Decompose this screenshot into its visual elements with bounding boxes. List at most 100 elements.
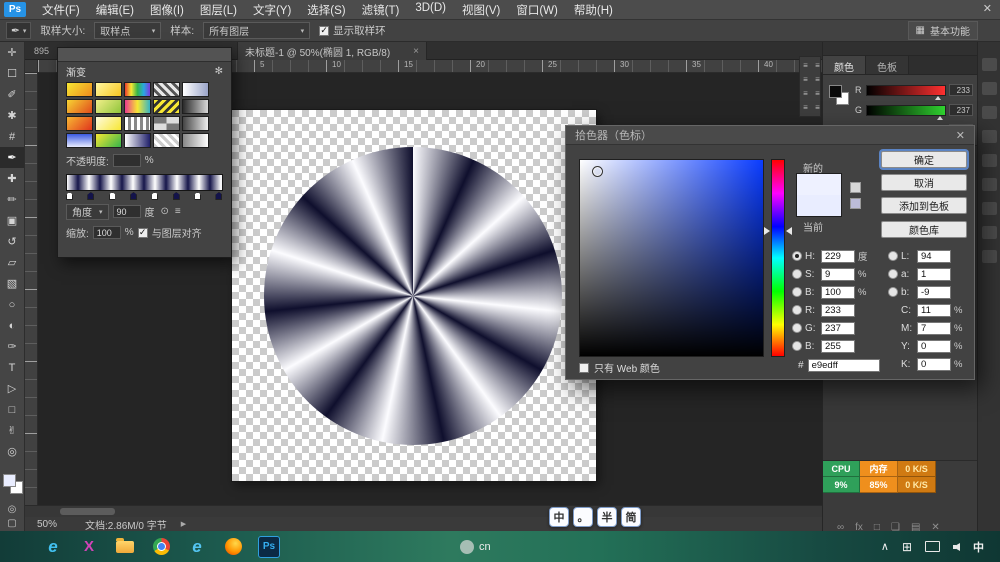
- edge-icon[interactable]: e: [40, 534, 66, 560]
- collapsed-panel-icon[interactable]: ≡: [801, 60, 810, 71]
- color-mode-radio[interactable]: [888, 251, 898, 261]
- field-input[interactable]: 100: [821, 286, 855, 299]
- foreground-swatch[interactable]: [829, 85, 842, 98]
- field-input[interactable]: 0: [917, 340, 951, 353]
- gradient-stop[interactable]: [173, 192, 180, 200]
- menu-item[interactable]: 帮助(H): [566, 2, 621, 18]
- color-libraries-button[interactable]: 颜色库: [881, 221, 967, 238]
- field-input[interactable]: 9: [821, 268, 855, 281]
- ime-button[interactable]: 。: [573, 507, 593, 527]
- gradient-preset[interactable]: [95, 82, 122, 97]
- gradient-preset[interactable]: [95, 99, 122, 114]
- gradient-preset[interactable]: [153, 116, 180, 131]
- hue-slider[interactable]: [771, 159, 785, 357]
- sample-size-dropdown[interactable]: 取样点 ▾: [94, 22, 161, 39]
- tool-history-brush[interactable]: ↺: [0, 231, 24, 252]
- tool-move[interactable]: ✛: [0, 42, 24, 63]
- tool-hand[interactable]: ✌: [0, 420, 24, 441]
- field-input[interactable]: 1: [917, 268, 951, 281]
- tool-lasso[interactable]: ✐: [0, 84, 24, 105]
- gradient-preset[interactable]: [153, 82, 180, 97]
- field-input[interactable]: 11: [917, 304, 951, 317]
- horizontal-scrollbar[interactable]: [25, 505, 822, 517]
- gradient-stop[interactable]: [87, 192, 94, 200]
- menu-item[interactable]: 滤镜(T): [354, 2, 408, 18]
- eyedropper-tool-preset[interactable]: ✒ ▾: [6, 22, 31, 39]
- tool-blur[interactable]: ○: [0, 294, 24, 315]
- field-input[interactable]: -9: [917, 286, 951, 299]
- align-with-layer-checkbox[interactable]: ✓: [138, 228, 148, 238]
- gradient-stop[interactable]: [215, 192, 222, 200]
- status-arrow-icon[interactable]: ▶: [181, 520, 186, 528]
- gradient-stop[interactable]: [130, 192, 137, 200]
- field-input[interactable]: 233: [821, 304, 855, 317]
- ime-button[interactable]: 中: [549, 507, 569, 527]
- dock-icon[interactable]: [982, 82, 997, 95]
- menu-item[interactable]: 文件(F): [34, 2, 88, 18]
- gradient-preset[interactable]: [95, 116, 122, 131]
- slider-thumb[interactable]: [935, 96, 941, 100]
- tool-crop[interactable]: #: [0, 126, 24, 147]
- dock-icon[interactable]: [982, 178, 997, 191]
- volume-icon[interactable]: [953, 543, 960, 551]
- field-input[interactable]: 0: [917, 358, 951, 371]
- gradient-preset[interactable]: [153, 133, 180, 148]
- gear-icon[interactable]: ✻: [215, 66, 223, 77]
- channel-value[interactable]: 237: [949, 104, 973, 116]
- collapsed-panel-icon[interactable]: ≡: [813, 102, 822, 113]
- tray-grid-icon[interactable]: ⊞: [902, 540, 912, 554]
- photoshop-taskbar-icon[interactable]: Ps: [256, 534, 282, 560]
- angle-dropdown[interactable]: 角度 ▾: [66, 204, 109, 220]
- color-mode-radio[interactable]: [792, 287, 802, 297]
- gradient-editor-strip[interactable]: [66, 174, 223, 191]
- gradient-preset[interactable]: [95, 133, 122, 148]
- tool-brush[interactable]: ✏: [0, 189, 24, 210]
- gradient-preset[interactable]: [153, 99, 180, 114]
- tool-eyedropper[interactable]: ✒: [0, 147, 24, 168]
- scale-input[interactable]: 100: [93, 226, 121, 239]
- gradient-preset[interactable]: [182, 133, 209, 148]
- hue-slider-thumb[interactable]: [786, 227, 792, 235]
- gradient-preset[interactable]: [182, 82, 209, 97]
- x-app-icon[interactable]: X: [76, 534, 102, 560]
- zoom-level[interactable]: 50%: [37, 519, 57, 530]
- channel-slider[interactable]: [866, 105, 946, 116]
- window-close-icon[interactable]: ✕: [983, 2, 992, 15]
- foreground-color-swatch[interactable]: [3, 474, 16, 487]
- collapsed-panel-icon[interactable]: ≡: [801, 88, 810, 99]
- gradient-preset[interactable]: [124, 82, 151, 97]
- dialog-title-bar[interactable]: 拾色器（色标） ✕: [566, 126, 974, 145]
- tool-path-select[interactable]: ▷: [0, 378, 24, 399]
- gradient-preset[interactable]: [66, 133, 93, 148]
- opacity-input[interactable]: [113, 154, 141, 167]
- panel-tab[interactable]: 颜色: [823, 56, 866, 74]
- menu-item[interactable]: 选择(S): [299, 2, 353, 18]
- gradient-preset[interactable]: [182, 116, 209, 131]
- menu-item[interactable]: 视图(V): [454, 2, 508, 18]
- color-mode-radio[interactable]: [792, 341, 802, 351]
- tab-close-icon[interactable]: ×: [413, 46, 419, 57]
- scrollbar-thumb[interactable]: [60, 508, 115, 515]
- tool-healing-brush[interactable]: ✚: [0, 168, 24, 189]
- tool-zoom[interactable]: ◎: [0, 441, 24, 462]
- hue-slider-thumb[interactable]: [764, 227, 770, 235]
- panel-fg-bg-swatch[interactable]: [829, 85, 851, 107]
- color-mode-radio[interactable]: [888, 287, 898, 297]
- panel-menu-icon[interactable]: ≡: [175, 206, 181, 217]
- panel-tab[interactable]: 色板: [866, 56, 909, 74]
- workspace-switcher[interactable]: ▦ 基本功能: [908, 21, 978, 40]
- slider-thumb[interactable]: [937, 116, 943, 120]
- screen-mode-icon[interactable]: ▢: [0, 518, 24, 529]
- menu-item[interactable]: 文字(Y): [245, 2, 299, 18]
- dock-icon[interactable]: [982, 106, 997, 119]
- tray-chevron-icon[interactable]: ∧: [881, 540, 889, 553]
- gradient-preset[interactable]: [124, 99, 151, 114]
- gradient-stop[interactable]: [109, 192, 116, 200]
- field-input[interactable]: 94: [917, 250, 951, 263]
- angle-gradient-ellipse[interactable]: [264, 147, 562, 445]
- collapsed-panel-icon[interactable]: ≡: [801, 74, 810, 85]
- tool-pen[interactable]: ✑: [0, 336, 24, 357]
- collapsed-panel-icon[interactable]: ≡: [813, 74, 822, 85]
- ime-taskbar-item[interactable]: cn: [460, 540, 491, 554]
- tool-clone-stamp[interactable]: ▣: [0, 210, 24, 231]
